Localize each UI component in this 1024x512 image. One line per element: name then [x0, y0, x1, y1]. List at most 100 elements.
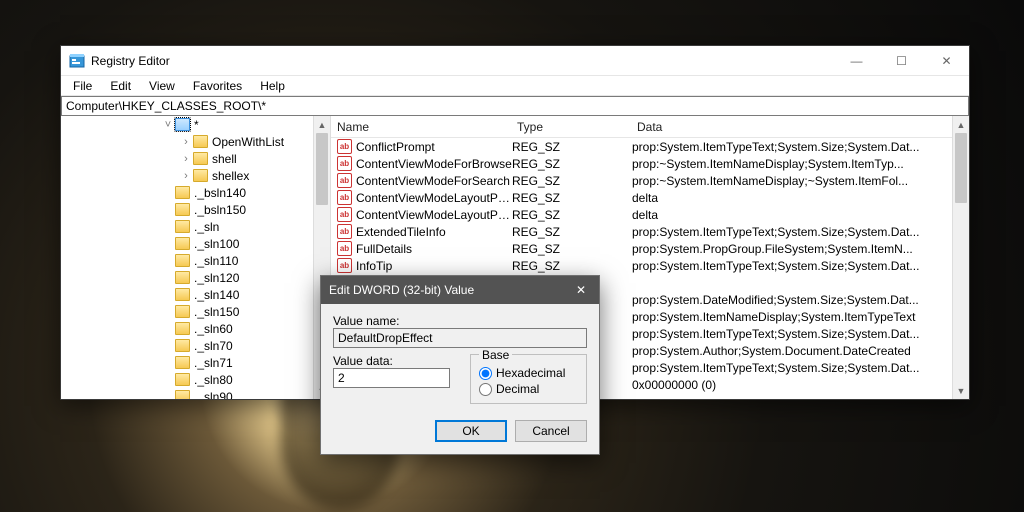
- address-text: Computer\HKEY_CLASSES_ROOT\*: [66, 99, 266, 113]
- folder-icon: [175, 186, 190, 199]
- menu-edit[interactable]: Edit: [102, 77, 139, 95]
- tree-item[interactable]: ._sln150: [61, 303, 330, 320]
- folder-icon: [175, 356, 190, 369]
- value-name-field[interactable]: [333, 328, 587, 348]
- tree-item-label: ._sln140: [194, 288, 239, 302]
- ok-button[interactable]: OK: [435, 420, 507, 442]
- dialog-close-button[interactable]: ✕: [563, 276, 599, 304]
- titlebar[interactable]: Registry Editor — ☐ ✕: [61, 46, 969, 76]
- row-data: delta: [632, 208, 969, 222]
- minimize-button[interactable]: —: [834, 46, 879, 76]
- folder-icon: [193, 135, 208, 148]
- scroll-down-icon[interactable]: ▼: [953, 382, 969, 399]
- dialog-titlebar[interactable]: Edit DWORD (32-bit) Value ✕: [321, 276, 599, 304]
- row-data: prop:System.Author;System.Document.DateC…: [632, 344, 969, 358]
- list-row[interactable]: abFullDetailsREG_SZprop:System.PropGroup…: [331, 240, 969, 257]
- list-row[interactable]: abExtendedTileInfoREG_SZprop:System.Item…: [331, 223, 969, 240]
- list-row[interactable]: abConflictPromptREG_SZprop:System.ItemTy…: [331, 138, 969, 155]
- row-data: prop:System.ItemNameDisplay;System.ItemT…: [632, 310, 969, 324]
- row-data: prop:System.ItemTypeText;System.Size;Sys…: [632, 327, 969, 341]
- expand-icon[interactable]: ˅: [161, 119, 175, 131]
- close-button[interactable]: ✕: [924, 46, 969, 76]
- tree-item[interactable]: › shellex: [61, 167, 330, 184]
- menu-file[interactable]: File: [65, 77, 100, 95]
- list-header: Name Type Data: [331, 116, 969, 138]
- tree-item[interactable]: ._sln60: [61, 320, 330, 337]
- row-data: prop:System.PropGroup.FileSystem;System.…: [632, 242, 969, 256]
- tree-item[interactable]: ._bsln150: [61, 201, 330, 218]
- tree-item-label: shell: [212, 152, 237, 166]
- tree-item-label: shellex: [212, 169, 249, 183]
- tree-item[interactable]: ._sln140: [61, 286, 330, 303]
- row-type: REG_SZ: [512, 191, 632, 205]
- scroll-thumb[interactable]: [316, 133, 328, 205]
- row-data: prop:System.ItemTypeText;System.Size;Sys…: [632, 140, 969, 154]
- tree-item[interactable]: ._sln71: [61, 354, 330, 371]
- row-name: ConflictPrompt: [356, 140, 512, 154]
- tree-item[interactable]: ˅*: [61, 116, 330, 133]
- tree-item-label: ._sln71: [194, 356, 233, 370]
- tree-item[interactable]: ._sln90: [61, 388, 330, 399]
- folder-icon: [175, 203, 190, 216]
- list-row[interactable]: abContentViewModeLayoutPatternF...REG_SZ…: [331, 206, 969, 223]
- list-scrollbar[interactable]: ▲ ▼: [952, 116, 969, 399]
- folder-icon: [175, 322, 190, 335]
- scroll-up-icon[interactable]: ▲: [314, 116, 330, 133]
- tree-item[interactable]: ._sln110: [61, 252, 330, 269]
- address-bar[interactable]: Computer\HKEY_CLASSES_ROOT\*: [61, 96, 969, 116]
- maximize-button[interactable]: ☐: [879, 46, 924, 76]
- tree-item[interactable]: › shell: [61, 150, 330, 167]
- folder-icon: [175, 237, 190, 250]
- tree-item[interactable]: ._sln80: [61, 371, 330, 388]
- base-legend: Base: [479, 348, 512, 362]
- value-data-field[interactable]: [333, 368, 450, 388]
- row-type: REG_SZ: [512, 225, 632, 239]
- tree-item-label: ._bsln140: [194, 186, 246, 200]
- expand-icon[interactable]: ›: [179, 136, 193, 148]
- base-dec-input[interactable]: [479, 383, 492, 396]
- list-row[interactable]: abContentViewModeLayoutPatternF...REG_SZ…: [331, 189, 969, 206]
- string-value-icon: ab: [337, 156, 352, 171]
- cancel-button[interactable]: Cancel: [515, 420, 587, 442]
- tree-item-label: OpenWithList: [212, 135, 284, 149]
- expand-icon[interactable]: ›: [179, 153, 193, 165]
- base-dec-radio[interactable]: Decimal: [479, 381, 578, 397]
- menu-favorites[interactable]: Favorites: [185, 77, 250, 95]
- scroll-thumb[interactable]: [955, 133, 967, 203]
- list-row[interactable]: abContentViewModeForBrowseREG_SZprop:~Sy…: [331, 155, 969, 172]
- tree-item[interactable]: ._sln: [61, 218, 330, 235]
- list-row[interactable]: abContentViewModeForSearchREG_SZprop:~Sy…: [331, 172, 969, 189]
- scroll-up-icon[interactable]: ▲: [953, 116, 969, 133]
- value-data-label: Value data:: [333, 354, 450, 368]
- string-value-icon: ab: [337, 173, 352, 188]
- row-data: delta: [632, 191, 969, 205]
- column-data[interactable]: Data: [631, 116, 969, 137]
- tree-item-label: ._sln90: [194, 390, 233, 400]
- list-row[interactable]: abInfoTipREG_SZprop:System.ItemTypeText;…: [331, 257, 969, 274]
- base-hex-radio[interactable]: Hexadecimal: [479, 365, 578, 381]
- tree-item[interactable]: › OpenWithList: [61, 133, 330, 150]
- tree-item-label: *: [194, 118, 199, 132]
- menu-help[interactable]: Help: [252, 77, 293, 95]
- tree-item[interactable]: ._sln120: [61, 269, 330, 286]
- row-type: REG_SZ: [512, 242, 632, 256]
- tree-item[interactable]: ._sln70: [61, 337, 330, 354]
- folder-icon: [175, 390, 190, 399]
- tree-item-label: ._sln80: [194, 373, 233, 387]
- navigation-tree[interactable]: ˅*›OpenWithList›shell›shellex._bsln140._…: [61, 116, 330, 399]
- row-name: InfoTip: [356, 259, 512, 273]
- menu-view[interactable]: View: [141, 77, 183, 95]
- folder-icon: [193, 152, 208, 165]
- row-type: REG_SZ: [512, 140, 632, 154]
- tree-item-label: ._bsln150: [194, 203, 246, 217]
- column-type[interactable]: Type: [511, 116, 631, 137]
- folder-icon: [193, 169, 208, 182]
- base-hex-input[interactable]: [479, 367, 492, 380]
- tree-item[interactable]: ._sln100: [61, 235, 330, 252]
- tree-item[interactable]: ._bsln140: [61, 184, 330, 201]
- expand-icon[interactable]: ›: [179, 170, 193, 182]
- value-name-label: Value name:: [333, 314, 587, 328]
- column-name[interactable]: Name: [331, 116, 511, 137]
- row-name: ContentViewModeLayoutPatternF...: [356, 191, 512, 205]
- folder-icon: [175, 288, 190, 301]
